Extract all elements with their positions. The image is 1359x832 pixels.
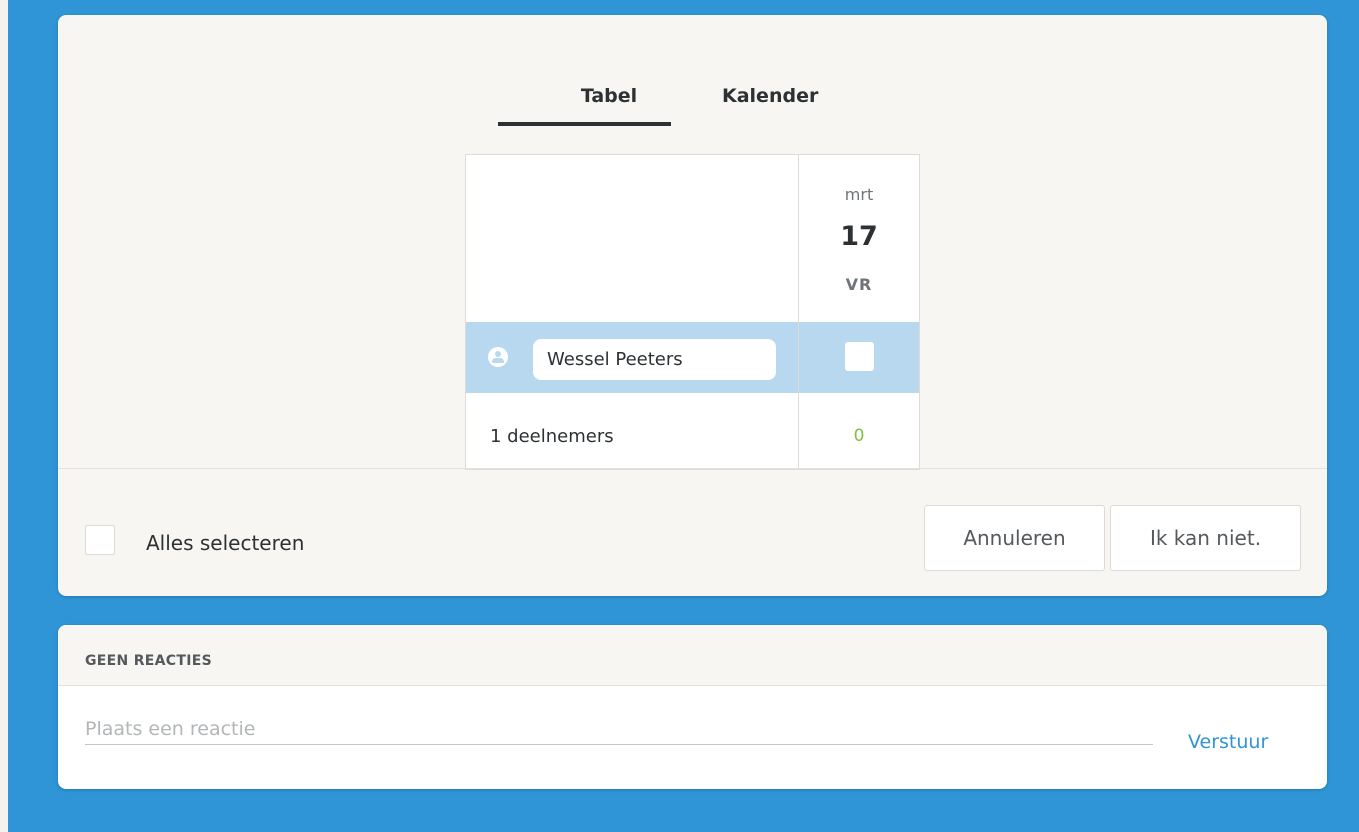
tab-tabel[interactable]: Tabel bbox=[554, 85, 664, 107]
send-button[interactable]: Verstuur bbox=[1188, 731, 1268, 753]
active-tab-indicator bbox=[498, 122, 671, 126]
comments-title: GEEN REACTIES bbox=[85, 653, 212, 669]
tab-kalender[interactable]: Kalender bbox=[722, 85, 818, 107]
select-all-checkbox[interactable] bbox=[85, 525, 115, 555]
date-column: mrt 17 VR 0 bbox=[798, 154, 920, 470]
participant-column: 1 deelnemers bbox=[465, 154, 799, 470]
participant-row bbox=[466, 322, 798, 393]
view-tabs: Tabel Kalender bbox=[58, 15, 1327, 142]
decline-button[interactable]: Ik kan niet. bbox=[1110, 505, 1301, 571]
user-circle-icon bbox=[488, 347, 508, 367]
poll-table: 1 deelnemers mrt 17 VR 0 bbox=[465, 154, 920, 470]
date-day: 17 bbox=[840, 221, 878, 252]
date-weekday: VR bbox=[845, 275, 873, 294]
participants-count-label: 1 deelnemers bbox=[490, 426, 614, 447]
comment-input[interactable] bbox=[85, 714, 1153, 745]
yes-count: 0 bbox=[853, 426, 865, 446]
participant-name-field[interactable] bbox=[533, 339, 776, 380]
comments-header: GEEN REACTIES bbox=[58, 625, 1327, 686]
date-selection-cell bbox=[799, 322, 919, 393]
page-edge bbox=[0, 0, 8, 832]
poll-card: Tabel Kalender 1 deelnemers mrt 17 VR 0 … bbox=[58, 15, 1327, 596]
date-month: mrt bbox=[844, 185, 874, 204]
divider bbox=[58, 468, 1327, 469]
comments-card: GEEN REACTIES Verstuur bbox=[58, 625, 1327, 789]
select-all-label[interactable]: Alles selecteren bbox=[146, 531, 304, 555]
date-checkbox[interactable] bbox=[845, 342, 874, 371]
cancel-button[interactable]: Annuleren bbox=[924, 505, 1105, 571]
